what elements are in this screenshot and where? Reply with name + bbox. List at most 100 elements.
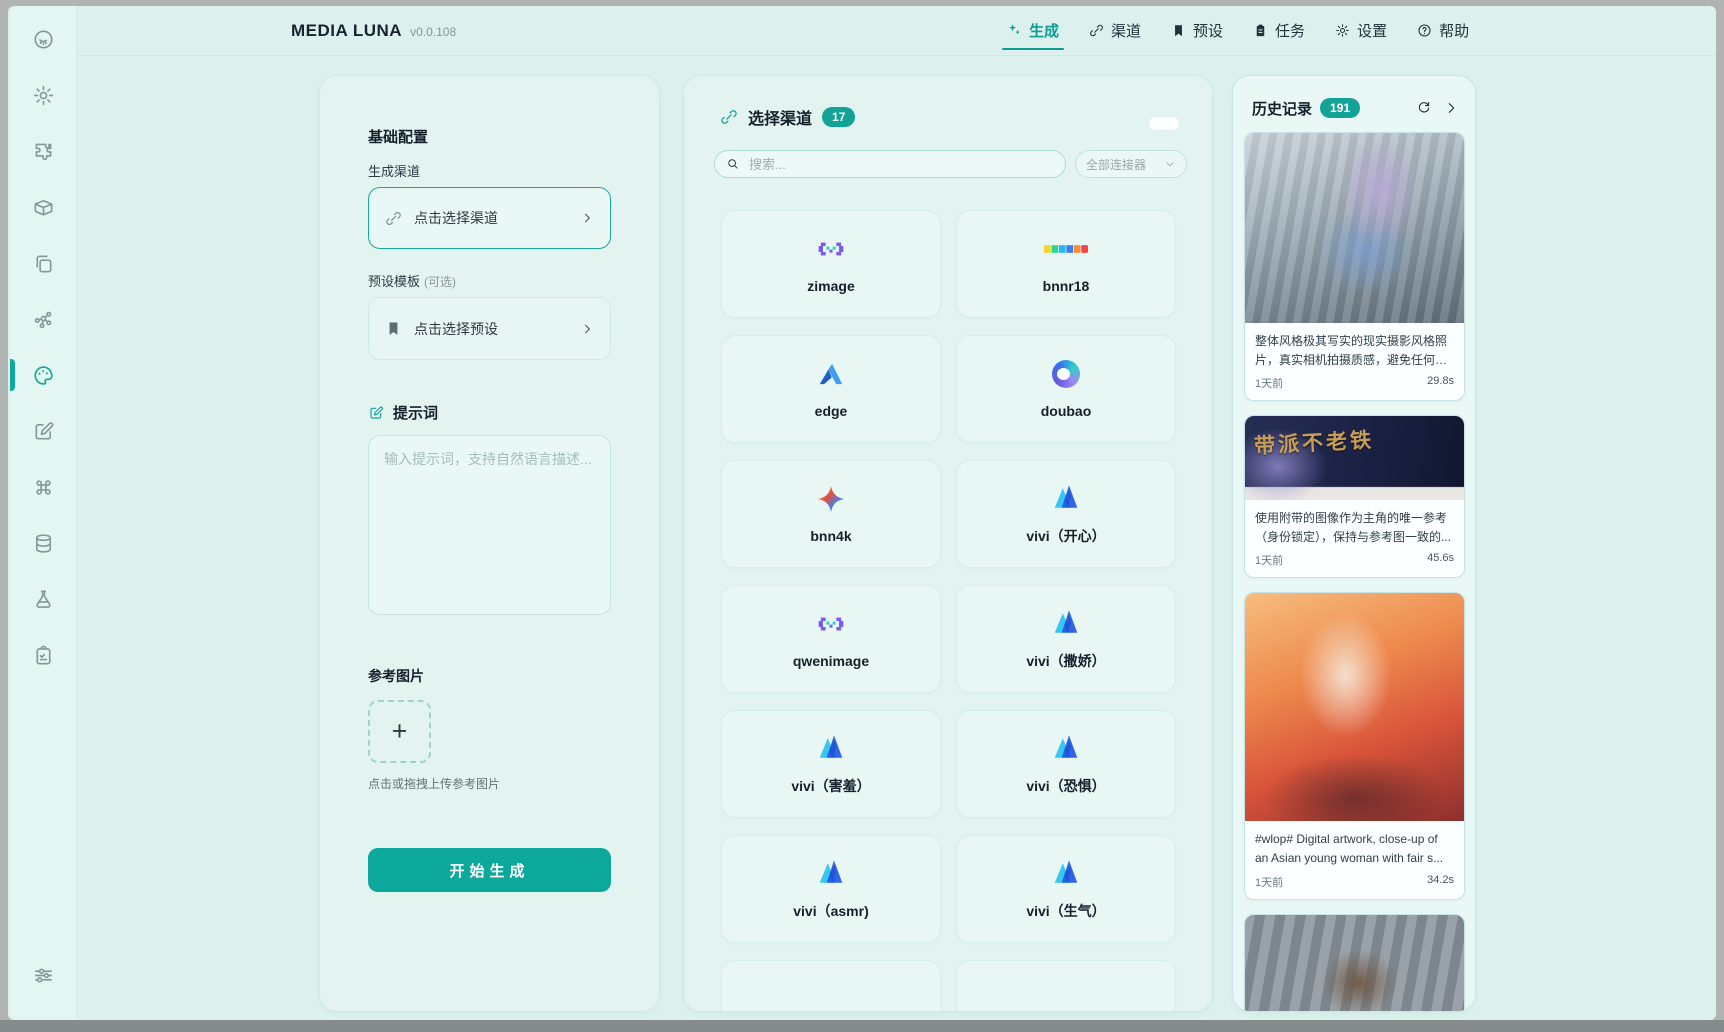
preset-label: 预设模板 <box>368 274 420 289</box>
history-item-1[interactable]: 整体风格极其写实的现实摄影风格照片，真实相机拍摄质感，避免任何 2...1天前2… <box>1244 132 1465 401</box>
channel-name: vivi（开心） <box>1026 526 1105 546</box>
doubao-swirl-icon <box>1052 359 1080 389</box>
history-time: 1天前 <box>1255 874 1283 890</box>
brand: MEDIA LUNA v0.0.108 <box>291 6 456 55</box>
nav-presets[interactable]: 预设 <box>1171 6 1223 55</box>
channel-name: zimage <box>807 278 854 294</box>
channel-select-placeholder: 点击选择渠道 <box>414 208 498 228</box>
channel-select-box[interactable]: 点击选择渠道 <box>368 187 611 249</box>
channel-card-partial[interactable] <box>721 960 941 1012</box>
prompt-input[interactable] <box>368 435 611 615</box>
channel-card-qwenimage[interactable]: qwenimage <box>721 585 941 693</box>
sidebar-item-palette[interactable] <box>24 356 62 394</box>
nav-label: 渠道 <box>1111 20 1141 41</box>
sidebar-item-logo[interactable] <box>24 20 62 58</box>
history-item-3[interactable]: #wlop# Digital artwork, close-up of an A… <box>1244 592 1465 899</box>
sidebar-item-database[interactable] <box>24 524 62 562</box>
connector-filter-select[interactable]: 全部连接器 <box>1075 150 1187 178</box>
azure-a-icon <box>816 359 846 389</box>
sidebar-item-copy[interactable] <box>24 244 62 282</box>
channel-grid: zimage bnnr18edgedoubaobnn4k vivi（开心） qweni… <box>684 178 1212 1012</box>
channel-card-doubao[interactable]: doubao <box>956 335 1176 443</box>
prompt-label-row: 提示词 <box>368 402 611 423</box>
channel-card-vivi（生气）[interactable]: vivi（生气） <box>956 835 1176 943</box>
history-panel: 历史记录 191 整体风格极其写实的现实摄影风格照片，真实相机拍摄质感，避免任何… <box>1232 75 1476 1012</box>
channel-card-bnnr18[interactable]: bnnr18 <box>956 210 1176 318</box>
help-icon <box>1417 23 1432 38</box>
channel-search-row: 全部连接器 <box>714 150 1187 178</box>
mountain-icon <box>1051 482 1081 512</box>
nav-settings[interactable]: 设置 <box>1335 6 1387 55</box>
flask-icon <box>32 588 55 611</box>
preset-optional-label: (可选) <box>424 275 456 289</box>
sidebar-item-lab[interactable] <box>24 580 62 618</box>
channel-card-vivi（asmr)[interactable]: vivi（asmr) <box>721 835 941 943</box>
search-input[interactable] <box>747 156 1054 173</box>
history-caption: #wlop# Digital artwork, close-up of an A… <box>1245 821 1464 870</box>
channel-card-vivi（恐惧）[interactable]: vivi（恐惧） <box>956 710 1176 818</box>
sidebar-item-network[interactable] <box>24 300 62 338</box>
channel-card-bnn4k[interactable]: bnn4k <box>721 460 941 568</box>
compact-toggle[interactable] <box>1148 116 1180 131</box>
upload-reference-box[interactable]: + <box>368 700 431 763</box>
channel-card-vivi（撒娇）[interactable]: vivi（撒娇） <box>956 585 1176 693</box>
nav-channels[interactable]: 渠道 <box>1089 6 1141 55</box>
refresh-icon[interactable] <box>1416 100 1432 116</box>
channel-name: vivi（撒娇） <box>1026 651 1105 671</box>
chevron-right-icon[interactable] <box>1443 100 1459 116</box>
preset-select-box[interactable]: 点击选择预设 <box>368 297 611 360</box>
sidebar-item-plugins[interactable] <box>24 132 62 170</box>
channel-label: 生成渠道 <box>368 161 611 180</box>
sidebar-item-editor[interactable] <box>24 412 62 450</box>
nav-generate[interactable]: 生成 <box>1007 6 1059 55</box>
mountain-icon <box>1051 607 1081 637</box>
app-title: MEDIA LUNA <box>291 21 402 41</box>
command-icon <box>32 476 55 499</box>
preset-label-row: 预设模板 (可选) <box>368 271 611 290</box>
bookmark-icon <box>385 320 402 337</box>
gear-icon <box>32 84 55 107</box>
puzzle-icon <box>32 140 55 163</box>
channel-card-vivi（开心）[interactable]: vivi（开心） <box>956 460 1176 568</box>
channel-card-partial[interactable] <box>956 960 1176 1012</box>
sidebar-item-preferences[interactable] <box>24 956 62 994</box>
sidebar <box>10 6 77 1020</box>
pixel-braces-icon <box>816 234 846 264</box>
sidebar-item-command[interactable] <box>24 468 62 506</box>
sidebar-item-checklist[interactable] <box>24 636 62 674</box>
banner-text: 带派不老铁 <box>1253 424 1374 460</box>
channel-name: vivi（恐惧） <box>1026 776 1105 796</box>
nav-help[interactable]: 帮助 <box>1417 6 1469 55</box>
reference-label: 参考图片 <box>368 666 611 686</box>
channel-count-badge: 17 <box>822 107 855 127</box>
history-time: 1天前 <box>1255 552 1283 568</box>
generate-button[interactable]: 开始生成 <box>368 848 611 892</box>
nav-tasks[interactable]: 任务 <box>1253 6 1305 55</box>
channel-panel-header: 选择渠道 17 <box>684 76 1212 132</box>
bookmark-icon <box>1171 23 1186 38</box>
channel-card-edge[interactable]: edge <box>721 335 941 443</box>
history-duration: 34.2s <box>1427 874 1454 890</box>
nav-label: 设置 <box>1357 20 1387 41</box>
history-item-2[interactable]: 带派不老铁使用附带的图像作为主角的唯一参考（身份锁定），保持与参考图一致的...… <box>1244 415 1465 578</box>
pixel-braces-icon <box>816 609 846 639</box>
window-frame-bottom <box>0 1020 1724 1032</box>
config-title: 基础配置 <box>368 126 611 147</box>
history-header: 历史记录 191 <box>1233 76 1475 120</box>
history-meta: 1天前 34.2s <box>1245 871 1464 899</box>
history-item-4[interactable] <box>1244 914 1465 1012</box>
sidebar-item-settings[interactable] <box>24 76 62 114</box>
sidebar-bottom <box>10 956 76 994</box>
chevron-right-icon <box>580 322 594 336</box>
sidebar-item-packages[interactable] <box>24 188 62 226</box>
mountain-icon <box>816 732 846 762</box>
history-count-badge: 191 <box>1320 98 1360 118</box>
copy-icon <box>32 252 55 275</box>
channel-card-zimage[interactable]: zimage <box>721 210 941 318</box>
pen-square-icon <box>32 420 55 443</box>
channel-name: qwenimage <box>793 653 869 669</box>
database-icon <box>32 532 55 555</box>
history-duration: 29.8s <box>1427 375 1454 391</box>
sparkles-icon <box>1007 23 1022 38</box>
channel-card-vivi（害羞）[interactable]: vivi（害羞） <box>721 710 941 818</box>
